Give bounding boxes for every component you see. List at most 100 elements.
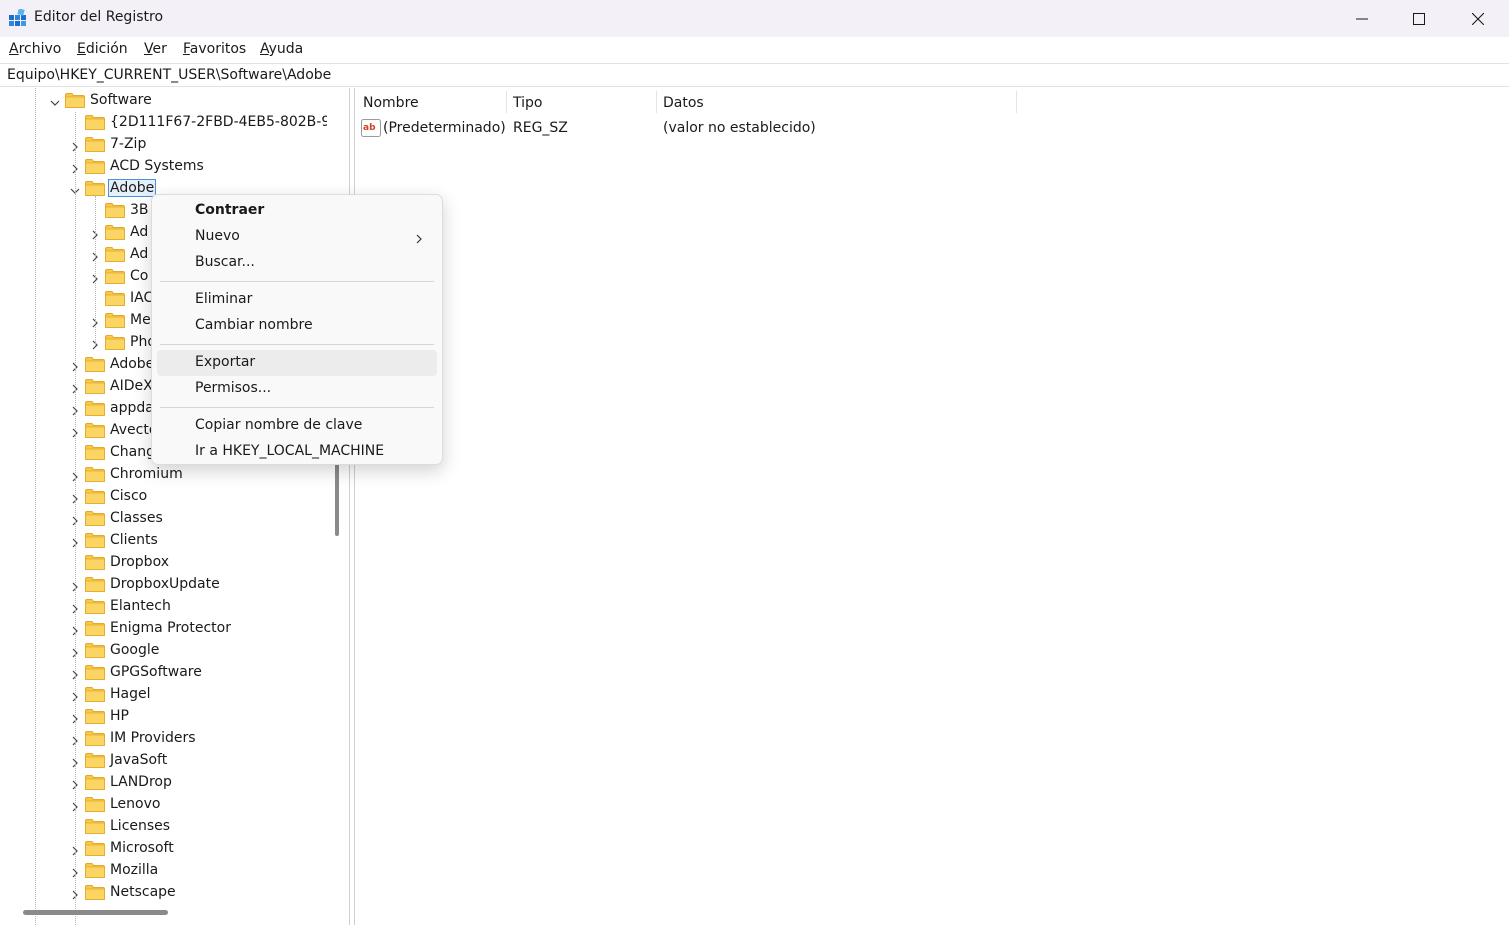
- maximize-icon: [1413, 12, 1425, 25]
- tree-item[interactable]: DropboxUpdate: [0, 574, 327, 596]
- tree-item-label: Enigma Protector: [110, 620, 231, 636]
- context-menu-item-label: Eliminar: [195, 291, 253, 307]
- folder-icon: [85, 643, 105, 658]
- context-menu-item-permisos[interactable]: Permisos...: [157, 376, 437, 402]
- folder-icon: [85, 599, 105, 614]
- registry-editor-icon: [9, 9, 26, 26]
- tree-item[interactable]: Software: [0, 90, 327, 112]
- tree-item[interactable]: Clients: [0, 530, 327, 552]
- menu-ver[interactable]: Ver: [144, 41, 167, 57]
- tree-item-label: Dropbox: [110, 554, 169, 570]
- column-header-tipo[interactable]: Tipo: [513, 88, 542, 116]
- svg-text:ab: ab: [363, 123, 376, 133]
- column-header-nombre[interactable]: Nombre: [363, 88, 419, 116]
- folder-icon: [85, 819, 105, 834]
- value-data: (valor no establecido): [663, 120, 816, 136]
- folder-icon: [85, 401, 105, 416]
- tree-item[interactable]: Classes: [0, 508, 327, 530]
- column-divider[interactable]: [1016, 91, 1017, 113]
- title-bar[interactable]: Editor del Registro: [0, 0, 1509, 37]
- column-divider[interactable]: [506, 91, 507, 113]
- tree-item-label: GPGSoftware: [110, 664, 202, 680]
- folder-icon: [85, 423, 105, 438]
- tree-item[interactable]: Cisco: [0, 486, 327, 508]
- context-menu-item-eliminar[interactable]: Eliminar: [157, 287, 437, 313]
- context-menu-item-ir-a-hkey-local-machine[interactable]: Ir a HKEY_LOCAL_MACHINE: [157, 439, 437, 465]
- tree-item[interactable]: IM Providers: [0, 728, 327, 750]
- context-menu-separator: [160, 281, 434, 282]
- tree-item[interactable]: LANDrop: [0, 772, 327, 794]
- context-menu-item-contraer[interactable]: Contraer: [157, 198, 437, 224]
- tree-item-label: 7-Zip: [110, 136, 147, 152]
- menu-archivo[interactable]: Archivo: [9, 41, 61, 57]
- tree-item[interactable]: Elantech: [0, 596, 327, 618]
- tree-item[interactable]: {2D111F67-2FBD-4EB5-802B-97D: [0, 112, 327, 134]
- tree-item-label: AIDeX: [110, 378, 153, 394]
- folder-icon: [105, 247, 125, 262]
- tree-item-label: Netscape: [110, 884, 176, 900]
- values-pane[interactable]: Nombre Tipo Datos ab (Predeterminado) RE…: [354, 88, 1509, 925]
- folder-icon: [85, 731, 105, 746]
- tree-vertical-scroll-thumb[interactable]: [335, 463, 339, 536]
- tree-item-label: 3B: [130, 202, 149, 218]
- tree-item[interactable]: Netscape: [0, 882, 327, 904]
- menu-ayuda[interactable]: Ayuda: [260, 41, 303, 57]
- address-path[interactable]: Equipo\HKEY_CURRENT_USER\Software\Adobe: [7, 67, 331, 83]
- context-menu-item-label: Buscar...: [195, 254, 255, 270]
- tree-item-label: IM Providers: [110, 730, 196, 746]
- tree-item[interactable]: Hagel: [0, 684, 327, 706]
- context-menu-item-label: Nuevo: [195, 228, 240, 244]
- tree-item[interactable]: Chromium: [0, 464, 327, 486]
- tree-item-label: Lenovo: [110, 796, 161, 812]
- tree-item[interactable]: GPGSoftware: [0, 662, 327, 684]
- column-divider[interactable]: [656, 91, 657, 113]
- context-menu-item-label: Permisos...: [195, 380, 272, 396]
- tree-item[interactable]: HP: [0, 706, 327, 728]
- tree-item[interactable]: Dropbox: [0, 552, 327, 574]
- value-row[interactable]: ab (Predeterminado) REG_SZ (valor no est…: [355, 118, 1015, 140]
- maximize-button[interactable]: [1389, 0, 1449, 37]
- tree-item[interactable]: Licenses: [0, 816, 327, 838]
- tree-horizontal-scroll-thumb[interactable]: [23, 910, 168, 915]
- tree-item[interactable]: ACD Systems: [0, 156, 327, 178]
- tree-item-label: Classes: [110, 510, 163, 526]
- tree-item[interactable]: 7-Zip: [0, 134, 327, 156]
- tree-item[interactable]: JavaSoft: [0, 750, 327, 772]
- folder-icon: [85, 533, 105, 548]
- window-title: Editor del Registro: [34, 9, 164, 25]
- tree-item-label: Hagel: [110, 686, 151, 702]
- tree-item-label: Software: [90, 92, 152, 108]
- close-button[interactable]: [1448, 0, 1508, 37]
- tree-item[interactable]: Mozilla: [0, 860, 327, 882]
- minimize-button[interactable]: [1332, 0, 1392, 37]
- tree-item-label: Licenses: [110, 818, 171, 834]
- folder-icon: [85, 885, 105, 900]
- tree-item[interactable]: Microsoft: [0, 838, 327, 860]
- context-menu-item-cambiar-nombre[interactable]: Cambiar nombre: [157, 313, 437, 339]
- context-menu-item-nuevo[interactable]: Nuevo: [157, 224, 437, 250]
- menu-bar: Archivo Edición Ver Favoritos Ayuda: [0, 37, 1509, 63]
- tree-item-label: Google: [110, 642, 160, 658]
- submenu-arrow-icon: [415, 232, 423, 244]
- tree-item-label: LANDrop: [110, 774, 172, 790]
- context-menu-item-copiar-nombre-de-clave[interactable]: Copiar nombre de clave: [157, 413, 437, 439]
- tree-item[interactable]: Enigma Protector: [0, 618, 327, 640]
- folder-icon: [85, 577, 105, 592]
- tree-item-label: Microsoft: [110, 840, 174, 856]
- tree-item[interactable]: Google: [0, 640, 327, 662]
- tree-item[interactable]: Lenovo: [0, 794, 327, 816]
- folder-icon: [105, 313, 125, 328]
- column-header-datos[interactable]: Datos: [663, 88, 704, 116]
- folder-icon: [85, 665, 105, 680]
- menu-edicion[interactable]: Edición: [77, 41, 128, 57]
- context-menu-item-label: Ir a HKEY_LOCAL_MACHINE: [195, 443, 385, 459]
- tree-item-label: Ad: [130, 224, 149, 240]
- menu-favoritos[interactable]: Favoritos: [183, 41, 246, 57]
- chevron-down-icon[interactable]: [50, 96, 60, 106]
- value-type: REG_SZ: [513, 120, 568, 136]
- context-menu-item-buscar[interactable]: Buscar...: [157, 250, 437, 276]
- value-name: (Predeterminado): [383, 120, 506, 136]
- string-value-icon: ab: [361, 119, 381, 137]
- address-bar[interactable]: Equipo\HKEY_CURRENT_USER\Software\Adobe: [0, 63, 1509, 87]
- context-menu-item-exportar[interactable]: Exportar: [157, 350, 437, 376]
